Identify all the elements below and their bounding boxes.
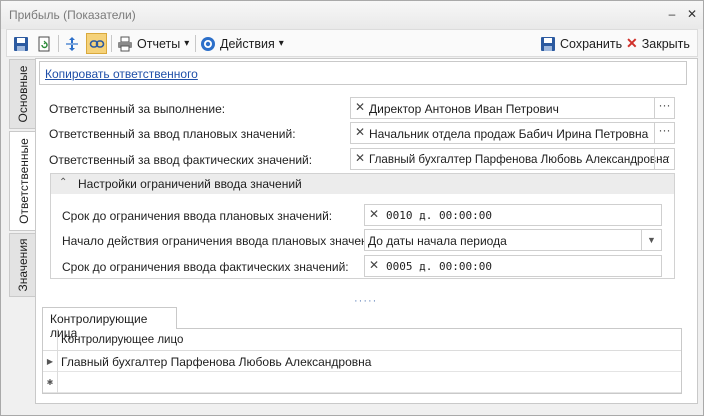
- clear-icon[interactable]: ✕: [369, 258, 379, 272]
- tab-main[interactable]: Основные: [9, 59, 35, 129]
- table-row[interactable]: ▶ Главный бухгалтер Парфенова Любовь Але…: [43, 351, 681, 372]
- tab-values-label: Значения: [15, 238, 30, 292]
- floppy-disk-icon: [541, 36, 555, 51]
- actions-globe-icon: [201, 36, 215, 51]
- chevron-down-icon[interactable]: ▼: [641, 230, 661, 250]
- plan-deadline-field[interactable]: ✕ 0010 д. 00:00:00: [364, 204, 662, 226]
- save-button[interactable]: Сохранить: [540, 33, 622, 54]
- toolbar-separator: [58, 35, 59, 52]
- expand-vertical-icon: [66, 36, 78, 51]
- toolbar-separator: [195, 35, 196, 52]
- reports-label: Отчеты: [137, 36, 181, 51]
- window-title: Прибыль (Показатели): [9, 8, 136, 22]
- execution-field[interactable]: ✕ Директор Антонов Иван Петрович ···: [350, 97, 675, 119]
- row-indicator-icon: ▶: [43, 351, 58, 372]
- limit-start-select[interactable]: До даты начала периода ▼: [364, 229, 662, 251]
- copy-responsible-row: Копировать ответственного: [39, 61, 687, 85]
- tab-responsible-label: Ответственные: [16, 138, 31, 224]
- tab-controllers[interactable]: Контролирующие лица: [42, 307, 177, 340]
- toolbar: Отчеты ▾ Действия ▾ Сохранить ✕ Закрыть: [6, 29, 698, 57]
- close-window-button[interactable]: ✕: [685, 7, 699, 21]
- fact-deadline-value: 0005 д. 00:00:00: [386, 260, 492, 273]
- clear-icon[interactable]: ✕: [355, 151, 365, 165]
- minimize-button[interactable]: –: [665, 7, 679, 21]
- clear-icon[interactable]: ✕: [355, 125, 365, 139]
- new-row-icon: ✱: [43, 372, 58, 393]
- fact-input-value: Главный бухгалтер Парфенова Любовь Алекс…: [369, 153, 669, 166]
- tab-responsible[interactable]: Ответственные: [9, 131, 37, 231]
- close-icon: ✕: [626, 35, 638, 51]
- ellipsis-icon[interactable]: ···: [654, 98, 674, 118]
- actions-label: Действия: [220, 36, 275, 51]
- save-label: Сохранить: [560, 36, 623, 51]
- plan-deadline-label: Срок до ограничения ввода плановых значе…: [62, 209, 333, 223]
- actions-menu-button[interactable]: Действия ▾: [200, 33, 284, 54]
- limit-start-value: До даты начала периода: [368, 234, 507, 248]
- close-button[interactable]: ✕ Закрыть: [626, 33, 690, 54]
- fact-deadline-label: Срок до ограничения ввода фактических зн…: [62, 260, 349, 274]
- chevron-down-icon: ▾: [184, 38, 190, 49]
- refresh-document-icon: [38, 36, 50, 51]
- ellipsis-icon[interactable]: ···: [654, 123, 674, 143]
- limits-group-title: Настройки ограничений ввода значений: [78, 177, 302, 191]
- tab-main-label: Основные: [15, 65, 30, 123]
- tab-controllers-label: Контролирующие лица: [50, 312, 148, 340]
- ellipsis-icon[interactable]: ···: [654, 149, 674, 169]
- title-bar: Прибыль (Показатели) – ✕: [1, 1, 703, 29]
- controller-cell[interactable]: Главный бухгалтер Парфенова Любовь Алекс…: [61, 355, 371, 369]
- fact-input-label: Ответственный за ввод фактических значен…: [49, 153, 313, 167]
- refresh-button[interactable]: [36, 33, 52, 54]
- limit-start-label: Начало действия ограничения ввода планов…: [62, 234, 385, 248]
- link-button[interactable]: [86, 33, 107, 54]
- toolbar-separator: [111, 35, 112, 52]
- save-toolbar-button[interactable]: [13, 33, 29, 54]
- copy-responsible-link[interactable]: Копировать ответственного: [45, 67, 198, 81]
- new-row[interactable]: ✱: [43, 372, 681, 393]
- clear-icon[interactable]: ✕: [355, 100, 365, 114]
- link-chain-icon: [89, 39, 104, 48]
- execution-label: Ответственный за выполнение:: [49, 102, 226, 116]
- close-label: Закрыть: [641, 36, 690, 51]
- floppy-disk-icon: [14, 36, 28, 51]
- tab-values[interactable]: Значения: [9, 233, 35, 297]
- chevron-down-icon: ▾: [278, 38, 284, 49]
- execution-value: Директор Антонов Иван Петрович: [369, 102, 559, 116]
- plan-input-value: Начальник отдела продаж Бабич Ирина Петр…: [369, 127, 649, 141]
- splitter-handle[interactable]: ·····: [354, 295, 377, 307]
- collapse-chevron-icon: ⌃: [59, 177, 68, 188]
- fact-deadline-field[interactable]: ✕ 0005 д. 00:00:00: [364, 255, 662, 277]
- reports-menu-button[interactable]: Отчеты ▾: [117, 33, 189, 54]
- plan-input-field[interactable]: ✕ Начальник отдела продаж Бабич Ирина Пе…: [350, 122, 675, 144]
- plan-input-label: Ответственный за ввод плановых значений:: [49, 127, 296, 141]
- limits-group-header[interactable]: ⌃ Настройки ограничений ввода значений: [51, 174, 674, 194]
- printer-icon: [118, 36, 132, 51]
- window: Прибыль (Показатели) – ✕ Отчеты ▾ Действ…: [0, 0, 704, 416]
- fact-input-field[interactable]: ✕ Главный бухгалтер Парфенова Любовь Але…: [350, 148, 675, 170]
- side-tab-strip: Основные Ответственные Значения: [9, 59, 37, 401]
- limits-group: ⌃ Настройки ограничений ввода значений С…: [50, 173, 675, 279]
- expand-button[interactable]: [64, 33, 80, 54]
- responsible-panel: Копировать ответственного Ответственный …: [35, 58, 698, 404]
- clear-icon[interactable]: ✕: [369, 207, 379, 221]
- plan-deadline-value: 0010 д. 00:00:00: [386, 209, 492, 222]
